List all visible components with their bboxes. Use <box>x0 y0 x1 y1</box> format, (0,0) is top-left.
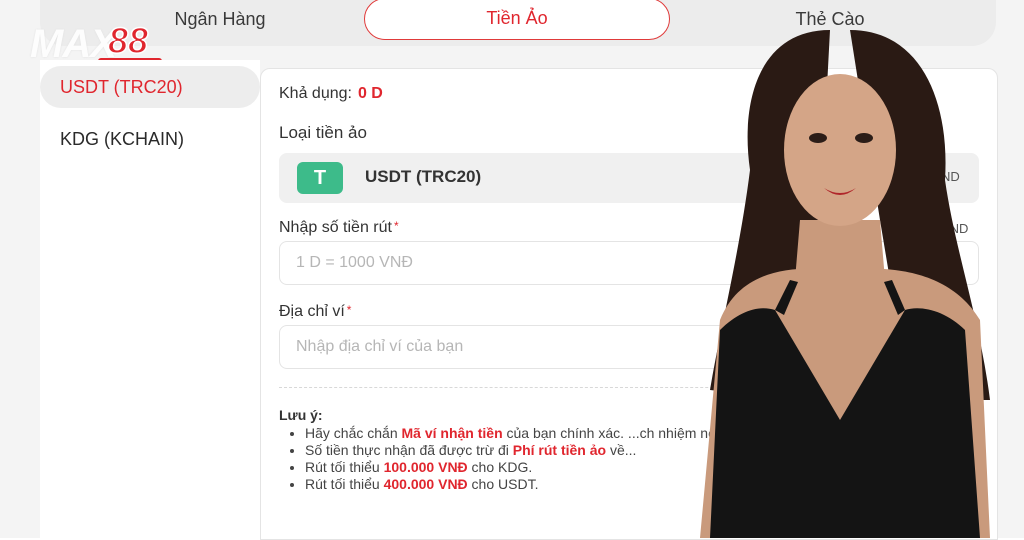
selected-coin-name: USDT (TRC20) <box>365 167 482 186</box>
address-label-text: Địa chỉ ví <box>279 303 345 320</box>
tether-icon: T <box>297 162 343 194</box>
available-label: Khả dụng: <box>279 85 352 102</box>
model-photo <box>700 30 990 538</box>
amount-label: Nhập số tiền rút * <box>279 219 399 237</box>
tab-crypto[interactable]: Tiền Ảo <box>364 0 670 40</box>
sidebar-item-kdg[interactable]: KDG (KCHAIN) <box>40 118 260 160</box>
address-placeholder: Nhập địa chỉ ví của bạn <box>296 338 464 355</box>
crypto-type-label: Loại tiền ảo <box>279 123 367 142</box>
required-mark: * <box>393 219 399 233</box>
address-label: Địa chỉ ví * <box>279 303 351 321</box>
required-mark: * <box>346 303 352 317</box>
available-balance: Khả dụng: 0 D <box>279 85 383 103</box>
amount-placeholder: 1 D = 1000 VNĐ <box>296 254 413 271</box>
amount-label-text: Nhập số tiền rút <box>279 219 392 236</box>
logo-number: 88 <box>107 19 149 62</box>
note-title: Lưu ý: <box>279 407 323 423</box>
coin-sidebar: USDT (TRC20) KDG (KCHAIN) <box>40 60 260 538</box>
available-value: 0 D <box>357 85 383 102</box>
sidebar-item-usdt[interactable]: USDT (TRC20) <box>40 66 260 108</box>
